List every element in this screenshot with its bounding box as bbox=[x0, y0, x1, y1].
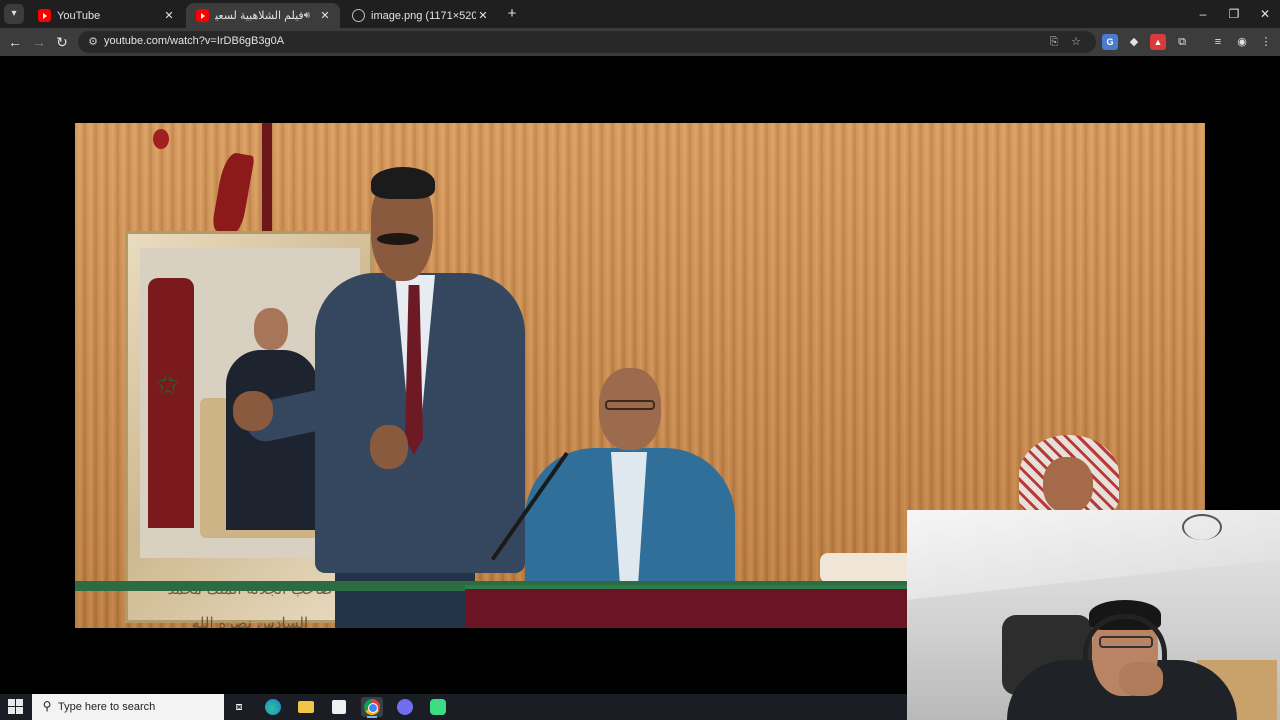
minimize-button[interactable]: – bbox=[1194, 5, 1212, 23]
profile-icon[interactable]: ◉ bbox=[1234, 34, 1250, 50]
task-view-icon[interactable]: ⧈ bbox=[228, 697, 250, 717]
tab-title: image.png (1171×520) bbox=[371, 9, 476, 22]
menu-kebab-icon[interactable]: ⋮ bbox=[1258, 34, 1274, 50]
android-studio-icon[interactable] bbox=[427, 697, 449, 717]
tab-image[interactable]: image.png (1171×520) ✕ bbox=[342, 3, 498, 28]
browser-toolbar: ← → ↻ ⚙︎ youtube.com/watch?v=IrDB6gB3g0A… bbox=[0, 28, 1280, 56]
red-extension-icon[interactable]: ▲ bbox=[1150, 34, 1166, 50]
tab-youtube[interactable]: YouTube ✕ bbox=[28, 3, 184, 28]
search-icon: ⚲ bbox=[42, 699, 52, 713]
audio-playing-icon[interactable]: 🔊︎ bbox=[304, 10, 310, 21]
reading-list-icon[interactable]: ≡ bbox=[1210, 34, 1226, 50]
address-bar[interactable]: ⚙︎ youtube.com/watch?v=IrDB6gB3g0A ⎘ ☆ bbox=[78, 31, 1096, 53]
globe-icon bbox=[352, 9, 365, 22]
site-info-icon[interactable]: ⚙︎ bbox=[86, 35, 100, 49]
restore-button[interactable]: ❐ bbox=[1225, 5, 1243, 23]
papers bbox=[820, 553, 915, 583]
windows-taskbar: ⚲ Type here to search ⧈ bbox=[0, 694, 907, 720]
standing-man bbox=[233, 163, 525, 628]
discord-icon[interactable] bbox=[394, 697, 416, 717]
close-window-button[interactable]: ✕ bbox=[1256, 5, 1274, 23]
bookmark-star-icon[interactable]: ☆ bbox=[1068, 34, 1084, 50]
chrome-icon[interactable] bbox=[361, 697, 383, 718]
close-tab-icon[interactable]: ✕ bbox=[162, 9, 176, 22]
taskbar-search[interactable]: ⚲ Type here to search bbox=[32, 694, 224, 720]
diamond-extension-icon[interactable]: ◆ bbox=[1126, 34, 1142, 50]
forward-arrow-icon[interactable]: → bbox=[29, 32, 49, 52]
youtube-icon bbox=[38, 9, 51, 22]
close-tab-icon[interactable]: ✕ bbox=[318, 9, 332, 22]
ceiling-lamp bbox=[1182, 514, 1222, 540]
microsoft-store-icon[interactable] bbox=[328, 697, 350, 717]
extensions-puzzle-icon[interactable]: ⧉ bbox=[1174, 34, 1190, 50]
tab-search-icon[interactable]: ▾ bbox=[4, 4, 24, 24]
search-placeholder: Type here to search bbox=[58, 701, 156, 713]
translate-extension-icon[interactable]: G bbox=[1102, 34, 1118, 50]
reload-icon[interactable]: ↻ bbox=[52, 32, 72, 52]
windows-start-icon[interactable] bbox=[8, 699, 24, 715]
back-arrow-icon[interactable]: ← bbox=[5, 32, 25, 52]
tab-strip: ▾ YouTube ✕ فيلم الشلاهبية لسعيد الناصري… bbox=[0, 0, 1280, 28]
portrait-flag bbox=[148, 278, 194, 528]
close-tab-icon[interactable]: ✕ bbox=[476, 9, 490, 22]
tab-title: YouTube bbox=[57, 9, 101, 22]
url-text[interactable]: youtube.com/watch?v=IrDB6gB3g0A bbox=[104, 35, 284, 47]
youtube-icon bbox=[196, 9, 209, 22]
tab-title: فيلم الشلاهبية لسعيد الناصري bbox=[215, 10, 304, 22]
webcam-overlay bbox=[907, 510, 1280, 720]
install-app-icon[interactable]: ⎘ bbox=[1046, 34, 1062, 50]
edge-icon[interactable] bbox=[262, 697, 284, 717]
man-with-keffiyeh bbox=[1019, 435, 1129, 515]
file-explorer-icon[interactable] bbox=[295, 697, 317, 717]
screen: ▾ YouTube ✕ فيلم الشلاهبية لسعيد الناصري… bbox=[0, 0, 1280, 720]
webcam-person bbox=[1007, 600, 1237, 720]
flag-finial bbox=[153, 129, 169, 149]
tab-video-active[interactable]: فيلم الشلاهبية لسعيد الناصري 🔊︎ ✕ bbox=[186, 3, 340, 28]
new-tab-button[interactable]: + bbox=[503, 5, 521, 23]
star-icon: ✩ bbox=[156, 369, 180, 400]
flag-pole bbox=[262, 123, 272, 238]
